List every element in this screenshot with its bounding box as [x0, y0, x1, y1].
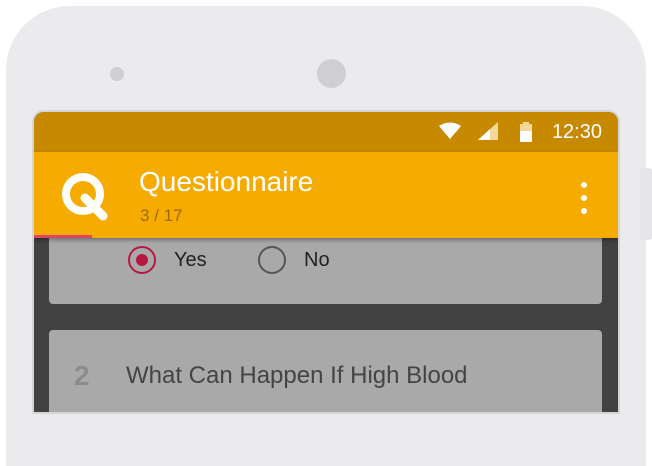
radio-option-yes[interactable]: Yes — [128, 243, 207, 277]
front-camera — [317, 59, 346, 88]
device-screen: 12:30 Questionnaire 3 / 17 Yes No 2 What… — [34, 112, 618, 412]
proximity-sensor — [110, 67, 124, 81]
radio-dot — [136, 254, 148, 266]
radio-label-yes: Yes — [174, 248, 207, 271]
app-title: Questionnaire — [139, 166, 314, 197]
radio-button-unchecked[interactable] — [258, 246, 286, 274]
wifi-icon — [439, 122, 461, 145]
status-bar: 12:30 — [34, 112, 618, 152]
battery-icon — [520, 122, 532, 147]
question-text: What Can Happen If High Blood — [126, 362, 468, 389]
progress-bar — [34, 235, 618, 238]
signal-icon — [478, 122, 498, 145]
status-time: 12:30 — [551, 121, 602, 143]
radio-label-no: No — [304, 248, 330, 271]
more-vert-icon[interactable] — [574, 182, 594, 214]
questionnaire-logo-icon — [59, 170, 111, 227]
side-button — [640, 168, 652, 240]
progress-text: 3 / 17 — [140, 206, 183, 225]
radio-button-checked[interactable] — [128, 246, 156, 274]
radio-option-no[interactable]: No — [258, 243, 330, 277]
progress-bar-fill — [34, 235, 93, 238]
question-number: 2 — [74, 360, 90, 391]
app-bar: Questionnaire 3 / 17 — [34, 152, 618, 238]
